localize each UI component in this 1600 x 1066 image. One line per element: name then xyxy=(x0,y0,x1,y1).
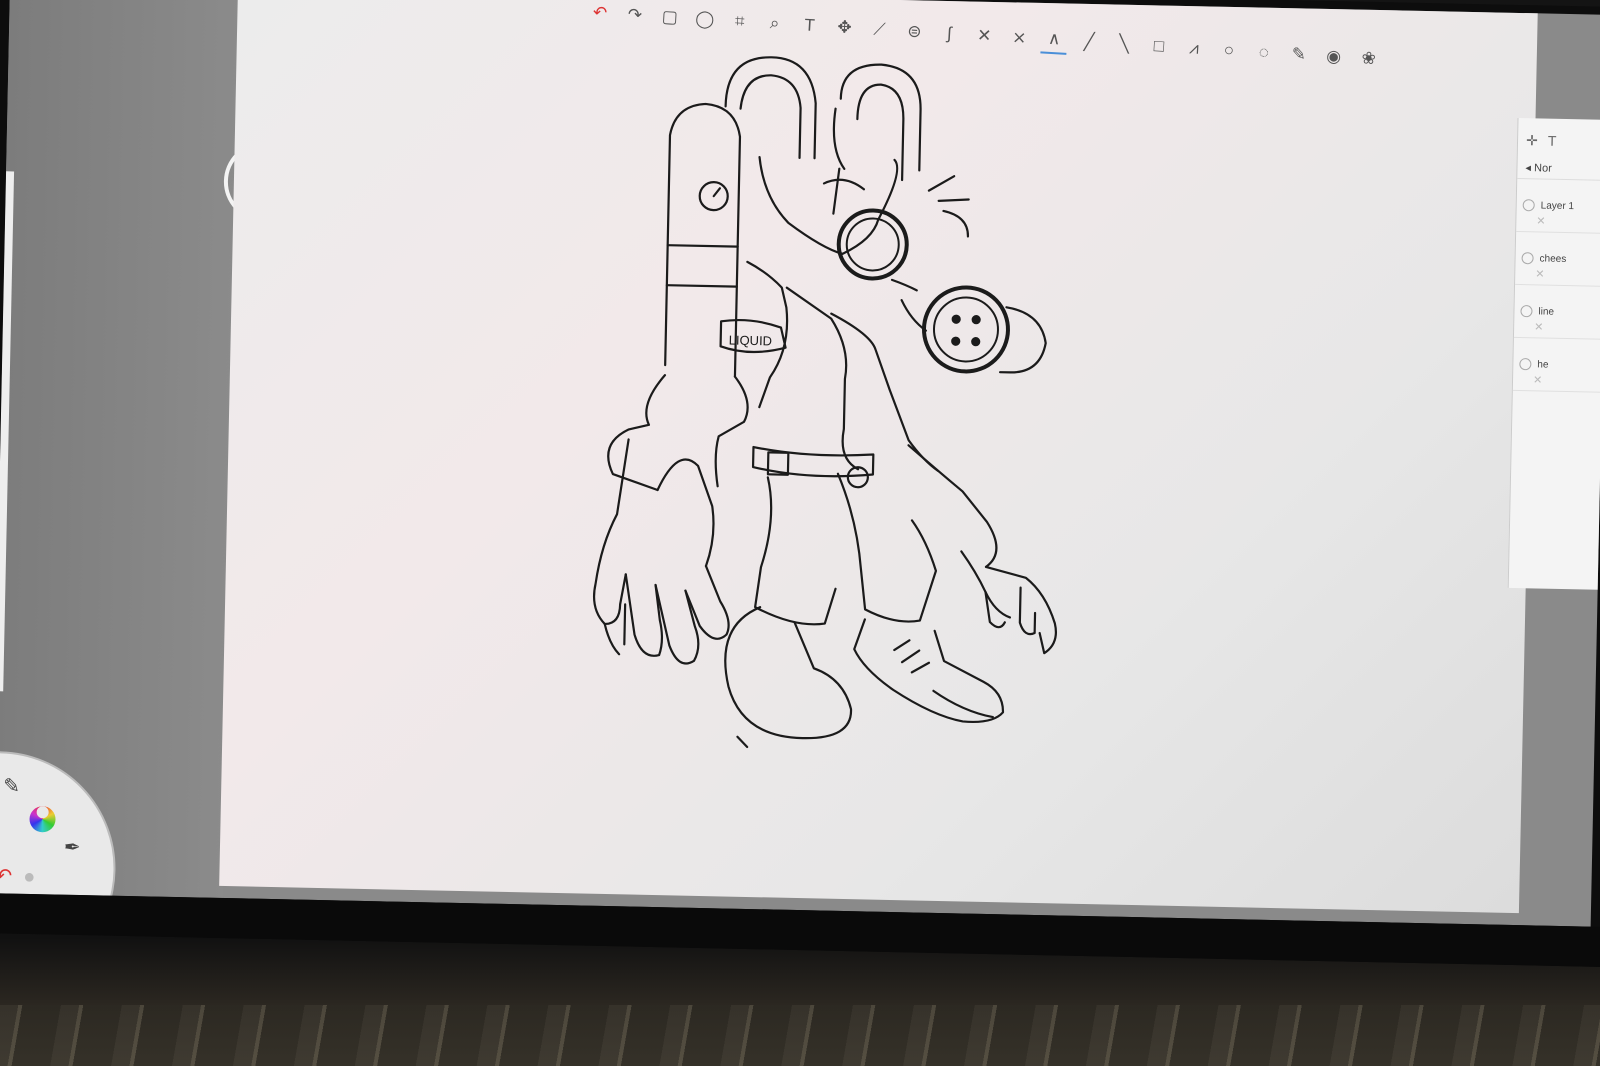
redo-icon[interactable]: ↷ xyxy=(621,2,648,29)
undo-icon[interactable]: ↶ xyxy=(586,0,613,27)
layer-options-icon[interactable]: ✕ xyxy=(1535,267,1544,280)
layer-list: Layer 1 ✕ chees ✕ line ✕ he ✕ xyxy=(1512,178,1600,393)
perspective-icon[interactable]: ∧ xyxy=(1040,25,1068,55)
brush-library-icon[interactable]: ✎ xyxy=(1285,41,1312,68)
redo-icon[interactable]: ● xyxy=(23,866,36,889)
brush-icon[interactable]: ✎ xyxy=(3,773,20,798)
layer-options-icon[interactable]: ✕ xyxy=(1533,373,1542,386)
lasso-select-icon[interactable]: ◯ xyxy=(691,6,718,33)
svg-text:LIQUID: LIQUID xyxy=(729,332,773,348)
ellipse-guide-icon[interactable]: ⊜ xyxy=(901,18,928,45)
layer-row[interactable]: chees ✕ xyxy=(1515,231,1600,287)
visibility-icon[interactable] xyxy=(1520,305,1533,318)
color-wheel-icon[interactable] xyxy=(29,799,56,833)
left-side-strip xyxy=(0,171,15,692)
zoom-icon[interactable]: ⌕ xyxy=(761,10,788,37)
visibility-icon[interactable] xyxy=(1522,199,1535,212)
text-tool-icon[interactable]: T xyxy=(796,12,823,39)
layer-row[interactable]: Layer 1 ✕ xyxy=(1516,178,1600,234)
french-curve-icon[interactable]: ∫ xyxy=(936,20,963,47)
layer-options-icon[interactable]: ✕ xyxy=(1534,320,1543,333)
layer-label: chees xyxy=(1539,252,1567,265)
left-panel: ✎ ✒ ↶ ● xyxy=(0,0,243,927)
chevron-left-icon: ◂ xyxy=(1525,162,1532,175)
add-layer-icon[interactable]: ✛ xyxy=(1526,132,1538,149)
layer-label: Layer 1 xyxy=(1540,199,1575,212)
polyline-tool-icon[interactable]: ⩘ xyxy=(1180,35,1207,62)
copic-library-icon[interactable]: ❀ xyxy=(1355,45,1382,72)
blend-mode-select[interactable]: ◂ Nor xyxy=(1517,156,1600,181)
stroke-style-icon[interactable]: ◌ xyxy=(1250,39,1277,66)
monitor: ✎ ✒ ↶ ● ↶ ↷ ▢ ◯ ⌗ ⌕ T ✥ ⟋ ⊜ ∫ ✕ ⨯ ∧ ╱ ╲ □ ⩘ ○ ◌ ✎ ◉ ❀ xyxy=(0,0,1600,968)
layer-panel-header: ✛ T xyxy=(1518,118,1600,159)
layer-editor-panel: ✛ T ◂ Nor Layer 1 ✕ chees ✕ line ✕ he ✕ xyxy=(1507,117,1600,590)
ceiling-rafters xyxy=(0,1005,1600,1066)
layer-row[interactable]: he ✕ xyxy=(1512,337,1600,393)
layer-label: he xyxy=(1537,358,1549,371)
visibility-icon[interactable] xyxy=(1521,252,1534,265)
text-layer-icon[interactable]: T xyxy=(1548,133,1557,150)
visibility-icon[interactable] xyxy=(1519,358,1532,371)
blend-mode-value: Nor xyxy=(1533,162,1552,175)
rectangle-tool-icon[interactable]: □ xyxy=(1145,33,1172,60)
layer-row[interactable]: line ✕ xyxy=(1513,284,1600,340)
symmetry-x-icon[interactable]: ✕ xyxy=(971,22,998,49)
move-icon[interactable]: ✥ xyxy=(831,14,858,41)
undo-icon[interactable]: ↶ xyxy=(0,863,12,888)
layer-label: line xyxy=(1538,305,1555,318)
rect-select-icon[interactable]: ▢ xyxy=(656,4,683,31)
screen: ✎ ✒ ↶ ● ↶ ↷ ▢ ◯ ⌗ ⌕ T ✥ ⟋ ⊜ ∫ ✕ ⨯ ∧ ╱ ╲ □ ⩘ ○ ◌ ✎ ◉ ❀ xyxy=(0,0,1600,927)
color-editor-icon[interactable]: ◉ xyxy=(1320,43,1347,70)
ruler-icon[interactable]: ⟋ xyxy=(866,16,893,43)
pen-icon[interactable]: ✒ xyxy=(64,835,81,860)
line-tool-icon[interactable]: ╱ xyxy=(1075,29,1102,56)
ellipse-tool-icon[interactable]: ○ xyxy=(1215,37,1242,64)
crop-icon[interactable]: ⌗ xyxy=(726,8,753,35)
symmetry-y-icon[interactable]: ⨯ xyxy=(1005,24,1032,51)
curve-tool-icon[interactable]: ╲ xyxy=(1110,31,1137,58)
drawing-canvas[interactable]: ↶ ↷ ▢ ◯ ⌗ ⌕ T ✥ ⟋ ⊜ ∫ ✕ ⨯ ∧ ╱ ╲ □ ⩘ ○ ◌ ✎ ◉ ❀ xyxy=(219,0,1538,914)
layer-options-icon[interactable]: ✕ xyxy=(1536,214,1545,227)
sketch-drawing: LIQUID xyxy=(592,56,1057,749)
